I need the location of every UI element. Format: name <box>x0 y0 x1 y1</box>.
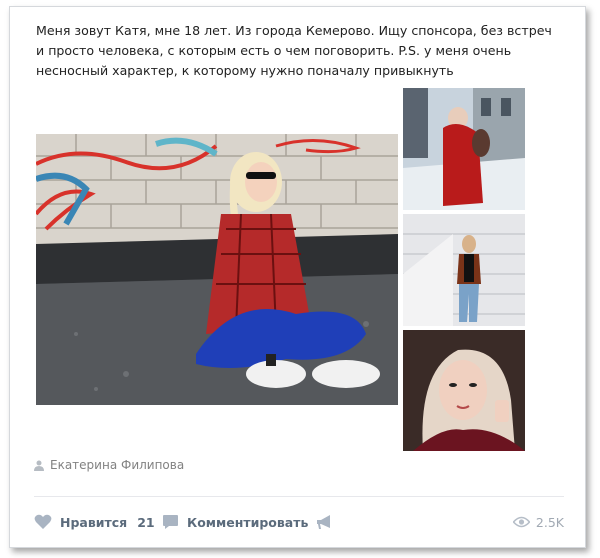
thumbnail-photo-3[interactable] <box>403 330 525 451</box>
thumbnail-photo-2[interactable] <box>403 214 525 326</box>
megaphone-icon <box>317 515 330 529</box>
post-author[interactable]: Екатерина Филипова <box>34 458 184 472</box>
like-count: 21 <box>137 514 155 530</box>
comment-label: Комментировать <box>187 514 309 530</box>
post-card: Меня зовут Катя, мне 18 лет. Из города К… <box>9 6 586 548</box>
heart-icon <box>34 514 52 529</box>
main-photo[interactable] <box>36 134 398 405</box>
comment-icon <box>163 515 178 529</box>
views-counter: 2.5K <box>512 511 564 533</box>
post-author-name: Екатерина Филипова <box>50 458 185 472</box>
views-count: 2.5K <box>535 514 564 530</box>
like-label: Нравится <box>60 514 128 530</box>
share-button[interactable] <box>316 511 333 533</box>
eye-icon <box>512 516 530 528</box>
thumbnail-photo-2-image <box>403 214 525 326</box>
main-photo-image <box>36 134 398 405</box>
divider <box>34 496 564 497</box>
thumbnail-photo-1-image <box>403 88 525 210</box>
thumbnail-photo-3-image <box>403 330 525 451</box>
thumbnail-photo-1[interactable] <box>403 88 525 210</box>
person-icon <box>34 460 44 471</box>
post-actions: Нравится 21 Комментировать 2.5K <box>34 511 564 533</box>
comment-button[interactable]: Комментировать <box>162 511 308 533</box>
post-text: Меня зовут Катя, мне 18 лет. Из города К… <box>36 23 552 78</box>
like-button[interactable]: Нравится 21 <box>34 511 155 533</box>
